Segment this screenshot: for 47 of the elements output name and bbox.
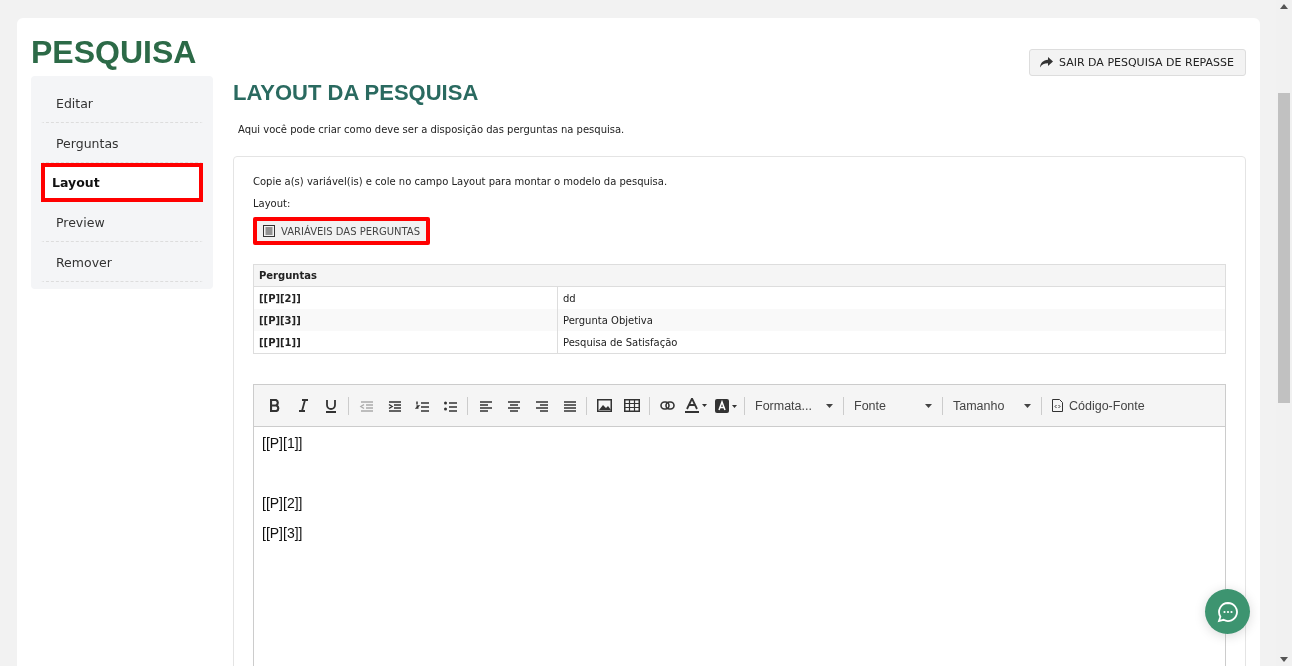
page-title: PESQUISA bbox=[31, 34, 197, 70]
variables-button[interactable]: VARIÁVEIS DAS PERGUNTAS bbox=[253, 217, 431, 245]
editor-line: [[P][3]] bbox=[262, 525, 303, 543]
sidebar-item[interactable]: Preview bbox=[41, 202, 203, 242]
table-cell: Pergunta Objetiva bbox=[557, 309, 1226, 331]
dropdown[interactable]: Formata... bbox=[749, 392, 839, 419]
table-cell: [[P][3]] bbox=[253, 309, 558, 331]
editor-line: [[P][1]] bbox=[262, 435, 303, 453]
align-right-icon bbox=[533, 398, 549, 413]
table-heading: Perguntas bbox=[253, 264, 1226, 287]
align-left-icon bbox=[477, 398, 493, 413]
description-text: Aqui você pode criar como deve ser a disposição das perguntas na pesquisa. bbox=[238, 124, 626, 135]
background-color-icon bbox=[715, 398, 737, 413]
italic-icon bbox=[298, 399, 308, 412]
table-cell: Pesquisa de Satisfação bbox=[557, 331, 1226, 354]
editor-line: [[P][2]] bbox=[262, 495, 303, 513]
share-arrow-icon bbox=[1040, 57, 1053, 68]
table-cell: [[P][1]] bbox=[253, 331, 558, 354]
outdent-icon bbox=[358, 398, 374, 413]
chat-bubble-icon bbox=[1216, 600, 1239, 623]
layout-label: Layout: bbox=[253, 198, 292, 209]
caret-icon bbox=[1024, 403, 1031, 408]
exit-button[interactable]: SAIR DA PESQUISA DE REPASSE bbox=[1029, 49, 1246, 76]
source-code-button[interactable]: Código-Fonte bbox=[1046, 392, 1151, 419]
caret-icon bbox=[925, 403, 932, 408]
sidebar-item[interactable]: Remover bbox=[41, 242, 203, 282]
scroll-up-icon bbox=[1280, 4, 1288, 9]
scroll-down-icon bbox=[1280, 657, 1288, 662]
section-title: LAYOUT DA PESQUISA bbox=[233, 80, 480, 106]
underline-icon bbox=[325, 398, 337, 413]
indent-icon bbox=[386, 398, 402, 413]
sidebar-item[interactable]: Layout bbox=[41, 163, 203, 202]
bold-icon bbox=[269, 399, 281, 412]
link-icon bbox=[659, 401, 675, 410]
justify-icon bbox=[561, 398, 577, 413]
sidebar-item[interactable]: Editar bbox=[41, 83, 203, 123]
caret-icon bbox=[826, 403, 833, 408]
code-file-icon bbox=[1052, 399, 1063, 412]
instructions-text: Copie a(s) variável(is) e cole no campo Layout para montar o modelo da pesquisa. bbox=[253, 176, 669, 187]
dropdown[interactable]: Fonte bbox=[848, 392, 938, 419]
text-color-icon bbox=[685, 398, 707, 413]
editor-content[interactable]: [[P][1]] [[P][2]] [[P][3]] bbox=[254, 427, 1225, 563]
table-cell: dd bbox=[557, 286, 1226, 309]
image-icon bbox=[596, 399, 612, 412]
align-center-icon bbox=[505, 398, 521, 413]
dropdown[interactable]: Tamanho bbox=[947, 392, 1037, 419]
table-icon bbox=[624, 399, 640, 412]
